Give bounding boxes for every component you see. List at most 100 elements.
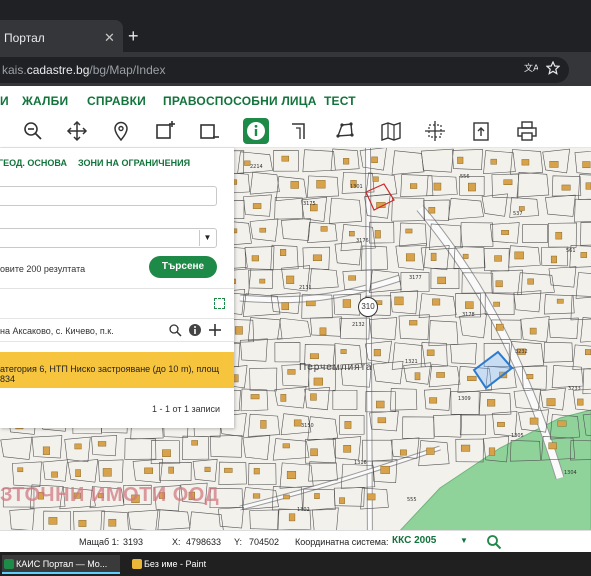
deselect-rect-icon[interactable] [198, 120, 224, 142]
filter-select[interactable]: ▼ [0, 228, 217, 248]
building-footprint [259, 278, 266, 284]
nav-item-references[interactable]: СПРАВКИ [87, 94, 146, 108]
export-icon[interactable] [470, 120, 496, 142]
building-footprint [204, 466, 211, 472]
browser-tabbar: Портал ✕ + [0, 0, 591, 52]
parcel-number-label: 555 [407, 497, 417, 503]
building-footprint [380, 465, 390, 474]
zoom-out-icon[interactable] [22, 120, 48, 142]
bookmark-star-icon[interactable] [545, 60, 561, 78]
parcel-number-label: 556 [460, 174, 470, 180]
scale-label: Мащаб 1: [79, 537, 120, 547]
building-footprint [75, 469, 81, 477]
nav-item-licensed-persons[interactable]: ПРАВОСПОСОБНИ ЛИЦА [163, 94, 317, 108]
url-prefix: kais. [2, 63, 27, 77]
expand-icon[interactable] [214, 298, 225, 309]
search-button[interactable]: Търсене [149, 256, 217, 278]
close-icon[interactable]: ✕ [104, 30, 115, 46]
taskbar-item-browser[interactable]: КАИС Портал — Mo... [2, 555, 120, 574]
building-footprint [429, 397, 438, 404]
selected-result-text: атегория 6, НТП Ниско застрояване (до 10… [0, 364, 220, 384]
info-icon[interactable] [188, 323, 202, 337]
building-footprint [252, 203, 262, 209]
building-footprint [287, 369, 296, 375]
building-footprint [372, 176, 379, 182]
building-footprint [48, 517, 58, 525]
result-row[interactable]: на Аксаково, с. Кичево, п.к. [0, 318, 234, 342]
building-footprint [283, 494, 290, 500]
info-icon[interactable] [243, 118, 269, 144]
taskbar-item-paint[interactable]: Без име - Paint [130, 555, 240, 574]
building-footprint [503, 179, 513, 185]
search-icon[interactable] [486, 534, 502, 550]
parcel-number-label: 3232 [515, 349, 528, 355]
building-footprint [377, 417, 387, 424]
draw-polygon-icon[interactable] [334, 120, 360, 142]
building-footprint [144, 467, 153, 474]
selected-result-details[interactable]: атегория 6, НТП Ниско застрояване (до 10… [0, 352, 234, 388]
building-footprint [556, 298, 564, 304]
print-icon[interactable] [516, 120, 542, 142]
building-footprint [409, 320, 418, 326]
building-footprint [582, 161, 591, 169]
nav-item-complaints[interactable]: ЖАЛБИ [22, 94, 68, 108]
url-field[interactable]: kais.cadastre.bg/bg/Map/Index [0, 57, 569, 83]
parcel-number-label: 1316 [354, 460, 367, 466]
building-footprint [432, 298, 441, 306]
tab-restriction-zones[interactable]: ЗОНИ НА ОГРАНИЧЕНИЯ [78, 158, 190, 168]
building-footprint [340, 349, 347, 354]
locate-pin-icon[interactable] [110, 120, 136, 142]
coordinates-icon[interactable] [424, 120, 450, 142]
url-path: /bg/Map/Index [89, 63, 166, 77]
building-footprint [501, 230, 510, 235]
x-label: X: [172, 537, 181, 547]
x-value: 4798633 [186, 537, 222, 547]
building-footprint [585, 182, 591, 190]
building-footprint [320, 226, 328, 232]
nav-item-partial[interactable]: И [0, 94, 9, 108]
select-rect-icon[interactable] [154, 120, 180, 142]
translate-icon[interactable]: 文A [524, 61, 540, 78]
building-footprint [102, 468, 112, 477]
building-footprint [250, 394, 260, 400]
pan-icon[interactable] [66, 120, 92, 142]
parcel-number-label: 1304 [564, 470, 577, 476]
parcel-number-label: 3178 [462, 312, 475, 318]
zoom-to-icon[interactable] [168, 323, 182, 337]
browser-tab[interactable]: Портал ✕ [0, 20, 123, 52]
building-footprint [495, 280, 503, 288]
parcel-number-label: 3177 [409, 275, 422, 281]
nav-item-test[interactable]: ТЕСТ [324, 94, 356, 108]
building-footprint [314, 493, 320, 499]
building-footprint [546, 398, 556, 407]
building-footprint [235, 326, 243, 335]
y-label: Y: [234, 537, 243, 547]
browser-app-icon [4, 559, 14, 569]
building-footprint [521, 159, 530, 166]
add-icon[interactable] [208, 323, 222, 337]
result-address: на Аксаково, с. Кичево, п.к. [0, 326, 114, 336]
building-footprint [251, 255, 259, 262]
building-footprint [288, 513, 296, 522]
crs-select[interactable]: ККС 2005 ▼ [392, 535, 472, 550]
new-tab-button[interactable]: + [128, 27, 139, 45]
chevron-down-icon: ▼ [460, 536, 468, 545]
building-footprint [224, 467, 233, 473]
map-toolbar [0, 114, 591, 148]
tab-geod-basis[interactable]: ГЕОД. ОСНОВА [0, 158, 67, 168]
y-value: 704502 [249, 537, 280, 547]
building-footprint [548, 442, 557, 450]
building-footprint [316, 180, 326, 189]
parcel-number-label: 537 [513, 211, 523, 217]
map-watermark: ЗТОЧНИ ИМОТИ ООД [0, 484, 220, 506]
building-footprint [376, 400, 385, 409]
building-footprint [529, 327, 537, 335]
building-footprint [349, 231, 355, 237]
svg-text:文A: 文A [524, 62, 538, 74]
scale-value[interactable]: 3193 [123, 537, 143, 547]
measure-icon[interactable] [288, 120, 314, 142]
parcel-number-label: 1305 [511, 433, 524, 439]
layers-map-icon[interactable] [380, 120, 406, 142]
panel-divider [0, 288, 234, 289]
search-field[interactable] [0, 186, 217, 206]
